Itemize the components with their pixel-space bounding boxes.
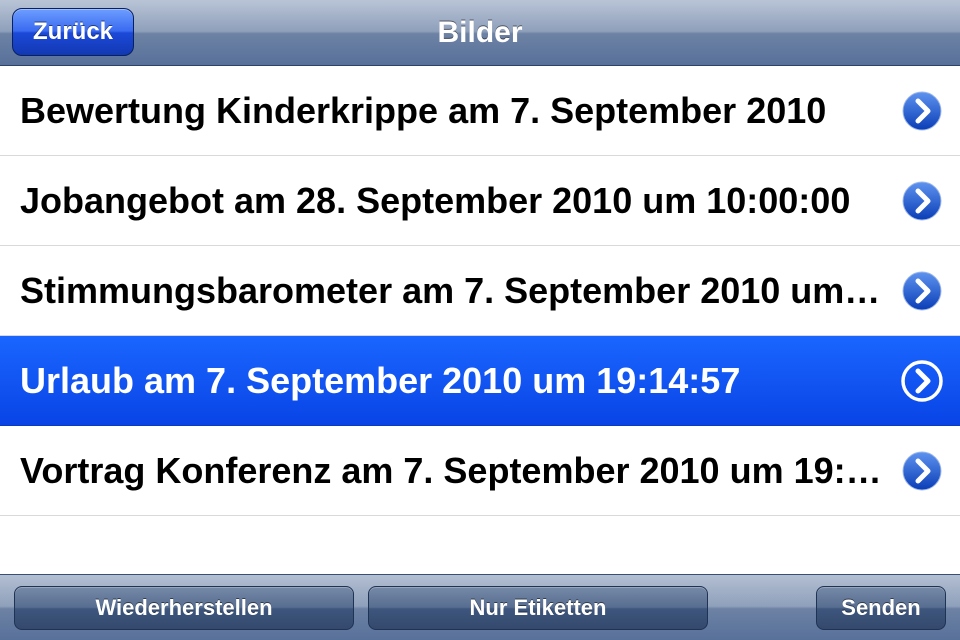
- disclosure-icon[interactable]: [900, 179, 944, 223]
- back-button-label: Zurück: [33, 18, 113, 46]
- disclosure-icon[interactable]: [900, 359, 944, 403]
- list-item[interactable]: Urlaub am 7. September 2010 um 19:14:57: [0, 336, 960, 426]
- back-button[interactable]: Zurück: [12, 8, 134, 56]
- labels-only-button-label: Nur Etiketten: [470, 595, 607, 621]
- list-item[interactable]: Jobangebot am 28. September 2010 um 10:0…: [0, 156, 960, 246]
- disclosure-icon[interactable]: [900, 89, 944, 133]
- list-item[interactable]: Vortrag Konferenz am 7. September 2010 u…: [0, 426, 960, 516]
- labels-only-button[interactable]: Nur Etiketten: [368, 586, 708, 630]
- list-item-label: Jobangebot am 28. September 2010 um 10:0…: [20, 180, 900, 222]
- send-button-label: Senden: [841, 595, 920, 621]
- restore-button[interactable]: Wiederherstellen: [14, 586, 354, 630]
- bottom-toolbar: Wiederherstellen Nur Etiketten Senden: [0, 574, 960, 640]
- list-item[interactable]: Bewertung Kinderkrippe am 7. September 2…: [0, 66, 960, 156]
- list-item-label: Stimmungsbarometer am 7. September 2010 …: [20, 270, 900, 312]
- list-item-label: Bewertung Kinderkrippe am 7. September 2…: [20, 90, 900, 132]
- restore-button-label: Wiederherstellen: [95, 595, 272, 621]
- navigation-bar: Zurück Bilder: [0, 0, 960, 66]
- send-button[interactable]: Senden: [816, 586, 946, 630]
- disclosure-icon[interactable]: [900, 269, 944, 313]
- image-list: Bewertung Kinderkrippe am 7. September 2…: [0, 66, 960, 574]
- list-item-label: Vortrag Konferenz am 7. September 2010 u…: [20, 450, 900, 492]
- list-item-label: Urlaub am 7. September 2010 um 19:14:57: [20, 360, 900, 402]
- page-title: Bilder: [437, 16, 522, 50]
- disclosure-icon[interactable]: [900, 449, 944, 493]
- list-item[interactable]: Stimmungsbarometer am 7. September 2010 …: [0, 246, 960, 336]
